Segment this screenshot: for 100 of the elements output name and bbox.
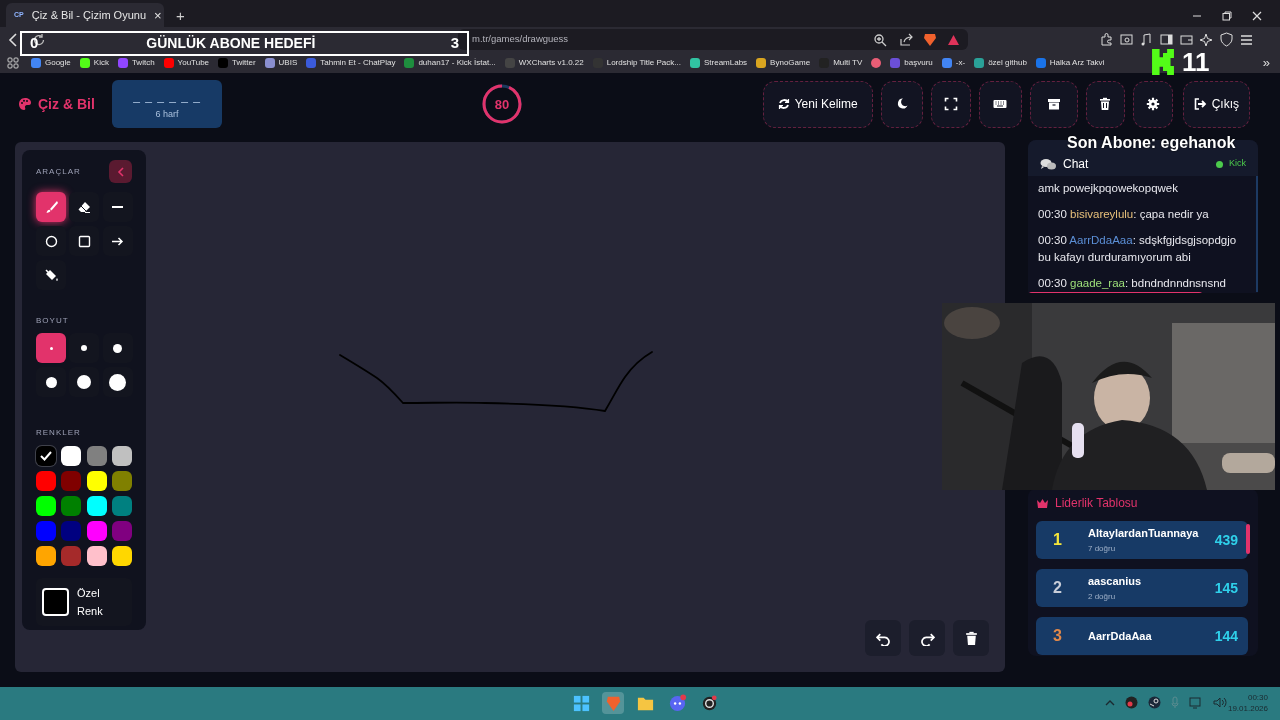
keyboard-button[interactable] bbox=[978, 80, 1022, 128]
drawing-canvas[interactable]: ARAÇLAR BOYUT RENKLER Özel Renk bbox=[15, 142, 1005, 672]
custom-color-swatch[interactable] bbox=[42, 588, 69, 616]
site-icon[interactable] bbox=[871, 57, 882, 68]
bookmark-link[interactable]: Twitch bbox=[117, 56, 155, 69]
triangle-icon[interactable] bbox=[947, 33, 960, 46]
new-word-button[interactable]: Yeni Kelime bbox=[762, 80, 873, 128]
more-bookmarks-button[interactable]: » bbox=[1262, 56, 1270, 69]
color-swatch[interactable] bbox=[86, 521, 107, 541]
player-score: 145 bbox=[1214, 578, 1238, 598]
zoom-icon[interactable] bbox=[873, 32, 887, 47]
latest-subscriber: Son Abone: egehanok bbox=[1067, 134, 1236, 151]
color-swatch[interactable] bbox=[61, 446, 82, 466]
bookmark-link[interactable]: başvuru bbox=[890, 56, 933, 69]
reload-icon[interactable] bbox=[32, 32, 46, 47]
goal-current: 0 bbox=[30, 33, 39, 54]
archive-button[interactable] bbox=[1029, 80, 1078, 128]
color-swatch[interactable] bbox=[111, 446, 132, 466]
exit-button[interactable]: Çıkış bbox=[1182, 80, 1250, 128]
bookmark-link[interactable]: UBIS bbox=[264, 56, 298, 69]
wallet-icon[interactable] bbox=[1179, 32, 1194, 47]
app-tray-icon[interactable] bbox=[1125, 696, 1138, 709]
bookmark-link[interactable]: -x- bbox=[941, 56, 966, 69]
color-swatch[interactable] bbox=[111, 546, 132, 566]
color-swatch[interactable] bbox=[36, 446, 56, 466]
sparkle-icon[interactable] bbox=[1199, 32, 1214, 47]
bookmark-link[interactable]: BynoGame bbox=[756, 56, 811, 69]
bookmark-link[interactable]: Multi TV bbox=[819, 56, 863, 69]
color-swatch[interactable] bbox=[36, 471, 56, 491]
bookmark-link[interactable]: StreamLabs bbox=[689, 56, 748, 69]
custom-color-label: Özel Renk bbox=[77, 586, 104, 619]
trash-icon bbox=[963, 630, 979, 646]
bookmark-link[interactable]: Lordship Title Pack... bbox=[592, 56, 681, 69]
word-blanks: _ _ _ _ _ _ bbox=[133, 87, 201, 105]
chat-message: amk powejkpqowekopqwek bbox=[1038, 181, 1179, 196]
paint-bucket-icon bbox=[43, 267, 59, 283]
bookmark-link[interactable]: Twitter bbox=[218, 56, 256, 69]
volume-icon[interactable] bbox=[1213, 696, 1227, 709]
leaderboard-title: Liderlik Tablosu bbox=[1055, 495, 1138, 512]
fullscreen-button[interactable] bbox=[930, 80, 971, 128]
rank-number: 2 bbox=[1053, 578, 1063, 598]
address-field[interactable]: m.tr/games/drawguess bbox=[458, 29, 968, 50]
window-icon[interactable] bbox=[1119, 32, 1134, 47]
color-swatch[interactable] bbox=[86, 471, 107, 491]
restore-icon[interactable] bbox=[1222, 11, 1232, 21]
chat-username: gaade_raa bbox=[1070, 277, 1125, 289]
circle-icon bbox=[43, 233, 59, 249]
redo-button[interactable] bbox=[909, 620, 945, 656]
scrollbar-thumb[interactable] bbox=[1246, 524, 1250, 554]
timer-value: 80 bbox=[494, 97, 510, 111]
player-name: AarrDdaAaa bbox=[1088, 628, 1153, 644]
goal-target: 3 bbox=[450, 33, 459, 54]
color-swatch[interactable] bbox=[111, 521, 132, 541]
back-icon[interactable] bbox=[8, 32, 18, 47]
collapse-button[interactable] bbox=[109, 160, 132, 183]
undo-button[interactable] bbox=[865, 620, 901, 656]
refresh-icon bbox=[777, 98, 790, 110]
bookmark-link[interactable]: YouTube bbox=[163, 56, 210, 69]
chevron-up-icon[interactable] bbox=[1105, 698, 1115, 707]
bookmark-link[interactable]: duhan17 - Kick İstat... bbox=[404, 56, 496, 69]
color-swatch[interactable] bbox=[36, 546, 56, 566]
player-name: aascanius bbox=[1088, 573, 1143, 589]
color-swatch[interactable] bbox=[61, 546, 82, 566]
bookmark-link[interactable]: WXCharts v1.0.22 bbox=[504, 56, 584, 69]
app-logo: Çiz & Bil bbox=[38, 94, 95, 114]
chat-title: Chat bbox=[1063, 156, 1090, 173]
color-swatch[interactable] bbox=[86, 546, 107, 566]
clear-button[interactable] bbox=[1085, 80, 1125, 128]
puzzle-icon[interactable] bbox=[1099, 32, 1114, 47]
color-swatch[interactable] bbox=[61, 521, 82, 541]
sidebar-icon[interactable] bbox=[1159, 32, 1174, 47]
settings-button[interactable] bbox=[1132, 80, 1173, 128]
bookmark-link[interactable]: Halka Arz Takvi bbox=[1035, 56, 1105, 69]
tool-button[interactable] bbox=[36, 192, 66, 222]
share-icon[interactable] bbox=[899, 32, 913, 47]
color-swatch[interactable] bbox=[61, 471, 82, 491]
timer-ring bbox=[481, 83, 523, 125]
color-swatch[interactable] bbox=[111, 471, 132, 491]
bookmark-link[interactable]: Kick bbox=[79, 56, 109, 69]
new-tab-button[interactable]: + bbox=[176, 8, 185, 23]
tab-close-button[interactable]: × bbox=[154, 8, 162, 22]
dark-mode-button[interactable] bbox=[880, 80, 923, 128]
music-icon[interactable] bbox=[1139, 32, 1154, 47]
bookmark-link[interactable]: özel github bbox=[974, 56, 1027, 69]
bookmark-link[interactable]: Google bbox=[31, 56, 71, 69]
color-swatch[interactable] bbox=[86, 496, 107, 516]
clear-canvas-button[interactable] bbox=[953, 620, 989, 656]
shield-icon[interactable] bbox=[1219, 32, 1234, 47]
menu-icon[interactable] bbox=[1239, 32, 1254, 47]
color-swatch[interactable] bbox=[111, 496, 132, 516]
rank-number: 3 bbox=[1053, 626, 1063, 646]
shield-icon[interactable] bbox=[923, 32, 937, 47]
steam-icon[interactable] bbox=[1148, 696, 1161, 709]
color-swatch[interactable] bbox=[61, 496, 82, 516]
bookmark-link[interactable]: Tahmin Et - ChatPlay bbox=[306, 56, 396, 69]
color-swatch[interactable] bbox=[36, 521, 56, 541]
color-swatch[interactable] bbox=[36, 496, 56, 516]
color-swatch[interactable] bbox=[86, 446, 107, 466]
close-icon[interactable] bbox=[1252, 11, 1262, 21]
apps-icon[interactable] bbox=[7, 56, 19, 69]
